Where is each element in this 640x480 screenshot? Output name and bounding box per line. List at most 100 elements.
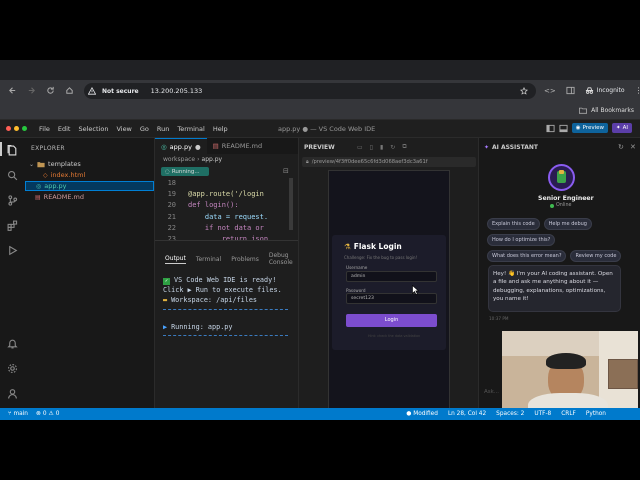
markdown-file-icon: ▤: [212, 142, 219, 150]
menu-terminal[interactable]: Terminal: [177, 125, 204, 133]
menu-help[interactable]: Help: [213, 125, 228, 133]
branch-indicator[interactable]: ⑂ main: [8, 411, 28, 417]
code-line[interactable]: 21 data = request.: [155, 212, 295, 223]
problems-indicator[interactable]: ⊗ 0 ⚠︎ 0: [36, 411, 59, 417]
cursor-position[interactable]: Ln 28, Col 42: [448, 411, 486, 417]
menu-run[interactable]: Run: [157, 125, 169, 133]
sparkle-icon: ✦: [616, 125, 621, 131]
close-icon[interactable]: ✕: [630, 143, 636, 151]
code-line[interactable]: 18: [155, 178, 295, 189]
split-editor-icon[interactable]: ⊟: [283, 167, 289, 175]
explorer-header: EXPLORER: [31, 145, 65, 152]
login-button[interactable]: Login: [346, 314, 437, 327]
menu-view[interactable]: View: [116, 125, 131, 133]
tablet-icon[interactable]: ▯: [370, 144, 373, 151]
code-line[interactable]: 19 @app.route('/login: [155, 189, 295, 200]
encoding[interactable]: UTF-8: [534, 411, 551, 417]
bookmark-star-icon[interactable]: [520, 87, 528, 95]
activity-bar: [0, 138, 25, 408]
chat-input[interactable]: Ask...: [484, 385, 504, 399]
back-icon[interactable]: [8, 86, 17, 95]
address-bar[interactable]: Not secure 13.200.205.133: [84, 83, 536, 99]
line-number: 20: [167, 201, 176, 210]
breadcrumb-item[interactable]: workspace: [163, 156, 195, 163]
desktop-icon[interactable]: ▭: [357, 144, 363, 151]
tree-item-readme[interactable]: ▤ README.md: [25, 192, 154, 202]
tab-problems[interactable]: Problems: [231, 256, 259, 263]
url-text[interactable]: 13.200.205.133: [151, 87, 203, 95]
search-icon[interactable]: [7, 170, 18, 181]
refresh-icon[interactable]: ↻: [618, 143, 624, 151]
persona-name: Senior Engineer: [538, 195, 594, 202]
menu-selection[interactable]: Selection: [78, 125, 108, 133]
editor-scrollbar[interactable]: [289, 178, 293, 230]
output-text: Running: app.py: [171, 323, 233, 331]
account-icon[interactable]: [7, 388, 18, 399]
chip-explain-code[interactable]: Explain this code: [487, 218, 540, 230]
output-log: ✓ VS Code Web IDE is ready! Click ▶ Run t…: [163, 275, 288, 336]
status-right: ● Modified Ln 28, Col 42 Spaces: 2 UTF-8…: [406, 411, 606, 417]
reload-icon[interactable]: [46, 86, 55, 95]
code-line[interactable]: 22 if not data or: [155, 223, 295, 234]
username-field[interactable]: admin: [346, 271, 437, 282]
modified-indicator: ● Modified: [406, 411, 438, 417]
refresh-icon[interactable]: ↻: [390, 144, 395, 151]
mouse-cursor-icon: [412, 285, 419, 295]
tree-item-templates[interactable]: ⌄ templates: [25, 159, 154, 169]
language-mode[interactable]: Python: [586, 411, 606, 417]
mobile-icon[interactable]: ▮: [380, 144, 383, 151]
menu-edit[interactable]: Edit: [58, 125, 71, 133]
line-endings[interactable]: CRLF: [561, 411, 576, 417]
all-bookmarks-link[interactable]: All Bookmarks: [591, 107, 634, 114]
folder-icon: [579, 107, 588, 114]
preview-panel: PREVIEW ▭ ▯ ▮ ↻ ⧉ 🔒︎ /preview/4f3ff0dee6…: [298, 138, 478, 408]
tab-output[interactable]: Output: [165, 255, 186, 264]
branch-icon: ⑂: [8, 411, 12, 417]
layout-sidebar-icon[interactable]: [546, 124, 555, 133]
menu-file[interactable]: File: [39, 125, 50, 133]
extensions-icon[interactable]: [7, 220, 18, 231]
chip-review-code[interactable]: Review my code: [570, 250, 622, 262]
error-count: 0: [42, 411, 47, 417]
bell-icon[interactable]: [7, 338, 18, 349]
source-control-icon[interactable]: [7, 195, 18, 206]
open-external-icon[interactable]: ⧉: [402, 143, 406, 151]
sidepanel-icon[interactable]: [566, 86, 575, 95]
chip-error-meaning[interactable]: What does this error mean?: [487, 250, 567, 262]
forward-icon[interactable]: [27, 86, 36, 95]
login-title: Flask Login: [353, 242, 402, 251]
password-field[interactable]: secret123: [346, 293, 437, 304]
layout-panel-icon[interactable]: [559, 124, 568, 133]
checkmark-icon: ✓: [163, 278, 170, 285]
chip-optimize[interactable]: How do I optimize this?: [487, 234, 556, 246]
preview-address[interactable]: 🔒︎ /preview/4f3ff0dee65c6fd3d068aef3dc3a…: [302, 157, 476, 167]
menu-go[interactable]: Go: [140, 125, 149, 133]
chip-help-debug[interactable]: Help me debug: [543, 218, 592, 230]
run-icon[interactable]: [7, 245, 18, 256]
ai-toggle-button[interactable]: ✦ AI: [612, 123, 632, 133]
screen: Not secure 13.200.205.133 <> Incognito ⋮…: [0, 60, 640, 420]
unsaved-dot-icon[interactable]: ●: [195, 143, 201, 151]
not-secure-label[interactable]: Not secure: [102, 88, 139, 95]
tree-item-index-html[interactable]: ◇ index.html: [25, 170, 154, 180]
tab-terminal[interactable]: Terminal: [196, 256, 221, 263]
preview-toggle-button[interactable]: ◉ Preview: [571, 123, 608, 133]
warning-count: 0: [55, 411, 60, 417]
tab-debug-console[interactable]: Debug Console: [269, 252, 293, 266]
not-secure-icon[interactable]: [88, 87, 96, 95]
gear-icon[interactable]: [7, 363, 18, 374]
code-icon[interactable]: <>: [544, 87, 556, 95]
tree-item-app-py[interactable]: ◎ app.py: [25, 181, 154, 191]
explorer-icon[interactable]: [7, 145, 18, 156]
menu-dots-icon[interactable]: ⋮: [635, 86, 640, 95]
code-view[interactable]: 18 19 @app.route('/login 20 def login(): 21 d…: [155, 178, 295, 240]
profile-label[interactable]: Incognito: [597, 87, 625, 94]
home-icon[interactable]: [65, 86, 74, 95]
login-footer: Hint: check the data validation: [368, 334, 421, 338]
tree-item-label: index.html: [50, 171, 86, 179]
indentation[interactable]: Spaces: 2: [496, 411, 524, 417]
tab-readme[interactable]: ▤ README.md: [207, 138, 268, 154]
tab-app-py[interactable]: ◎ app.py ●: [155, 138, 207, 154]
breadcrumb-item[interactable]: app.py: [202, 156, 223, 163]
code-line[interactable]: 20 def login():: [155, 200, 295, 211]
